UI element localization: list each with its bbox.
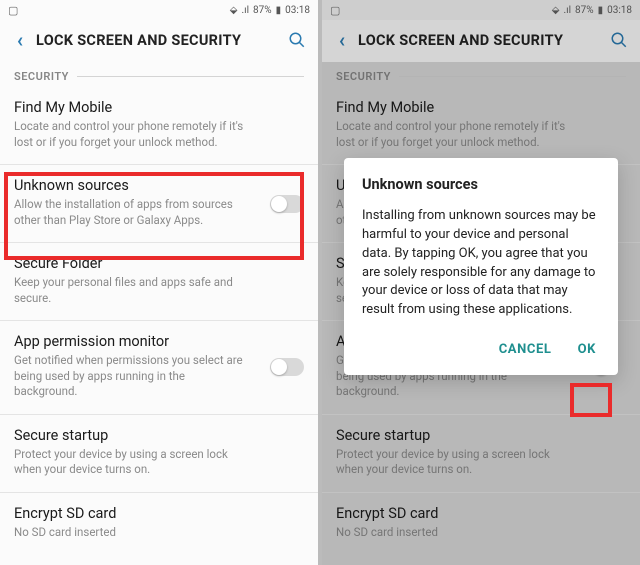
- item-encrypt-sd[interactable]: Encrypt SD card No SD card inserted: [322, 493, 640, 555]
- back-button[interactable]: ‹: [332, 28, 352, 52]
- ok-button[interactable]: OK: [576, 338, 598, 361]
- page-title: LOCK SCREEN AND SECURITY: [358, 32, 602, 49]
- clock: 03:18: [285, 5, 310, 16]
- dialog-title: Unknown sources: [362, 176, 600, 193]
- section-header: SECURITY: [0, 62, 318, 87]
- title-bar: ‹ LOCK SCREEN AND SECURITY: [0, 20, 318, 62]
- back-button[interactable]: ‹: [10, 28, 30, 52]
- item-find-my-mobile[interactable]: Find My Mobile Locate and control your p…: [322, 87, 640, 165]
- item-desc: Get notified when permissions you select…: [14, 353, 304, 400]
- battery-pct: 87%: [575, 5, 594, 16]
- battery-saver-icon: ⬙: [552, 5, 560, 16]
- battery-icon: ▮: [598, 5, 604, 16]
- search-button[interactable]: [286, 29, 308, 51]
- cancel-button[interactable]: CANCEL: [497, 338, 554, 361]
- page-title: LOCK SCREEN AND SECURITY: [36, 32, 280, 49]
- item-label: App permission monitor: [14, 333, 304, 350]
- picture-icon: ▢: [8, 4, 226, 17]
- search-icon: [610, 31, 628, 49]
- item-desc: Allow the installation of apps from sour…: [14, 197, 304, 228]
- status-bar: ▢ ⬙ .ıl 87% ▮ 03:18: [0, 0, 318, 20]
- divider: [399, 76, 626, 77]
- divider: [77, 76, 304, 77]
- item-desc: Protect your device by using a screen lo…: [14, 447, 304, 478]
- section-label: SECURITY: [336, 70, 391, 83]
- item-label: Encrypt SD card: [336, 505, 626, 522]
- toggle-unknown-sources[interactable]: [270, 195, 304, 213]
- item-label: Secure startup: [14, 427, 304, 444]
- clock: 03:18: [607, 5, 632, 16]
- item-desc: Keep your personal files and apps safe a…: [14, 275, 304, 306]
- item-label: Secure startup: [336, 427, 626, 444]
- section-header: SECURITY: [322, 62, 640, 87]
- item-desc: Locate and control your phone remotely i…: [14, 119, 304, 150]
- signal-icon: .ıl: [563, 5, 571, 16]
- item-desc: Locate and control your phone remotely i…: [336, 119, 626, 150]
- battery-saver-icon: ⬙: [230, 5, 238, 16]
- search-button[interactable]: [608, 29, 630, 51]
- screen-left: ▢ ⬙ .ıl 87% ▮ 03:18 ‹ LOCK SCREEN AND SE…: [0, 0, 318, 565]
- toggle-app-permission-monitor[interactable]: [270, 358, 304, 376]
- battery-pct: 87%: [253, 5, 272, 16]
- screen-right: ▢ ⬙ .ıl 87% ▮ 03:18 ‹ LOCK SCREEN AND SE…: [322, 0, 640, 565]
- item-label: Encrypt SD card: [14, 505, 304, 522]
- dialog-unknown-sources: Unknown sources Installing from unknown …: [344, 158, 618, 375]
- item-desc: Protect your device by using a screen lo…: [336, 447, 626, 478]
- item-app-permission-monitor[interactable]: App permission monitor Get notified when…: [0, 321, 318, 415]
- section-label: SECURITY: [14, 70, 69, 83]
- dialog-actions: CANCEL OK: [362, 334, 600, 365]
- status-bar: ▢ ⬙ .ıl 87% ▮ 03:18: [322, 0, 640, 20]
- item-secure-startup[interactable]: Secure startup Protect your device by us…: [0, 415, 318, 493]
- picture-icon: ▢: [330, 4, 548, 17]
- search-icon: [288, 31, 306, 49]
- item-desc: No SD card inserted: [336, 525, 626, 541]
- item-label: Unknown sources: [14, 177, 304, 194]
- signal-icon: .ıl: [241, 5, 249, 16]
- item-secure-folder[interactable]: Secure Folder Keep your personal files a…: [0, 243, 318, 321]
- dialog-body: Installing from unknown sources may be h…: [362, 207, 600, 320]
- item-secure-startup[interactable]: Secure startup Protect your device by us…: [322, 415, 640, 493]
- item-unknown-sources[interactable]: Unknown sources Allow the installation o…: [0, 165, 318, 243]
- item-find-my-mobile[interactable]: Find My Mobile Locate and control your p…: [0, 87, 318, 165]
- battery-icon: ▮: [276, 5, 282, 16]
- title-bar: ‹ LOCK SCREEN AND SECURITY: [322, 20, 640, 62]
- item-label: Secure Folder: [14, 255, 304, 272]
- item-encrypt-sd[interactable]: Encrypt SD card No SD card inserted: [0, 493, 318, 555]
- item-label: Find My Mobile: [336, 99, 626, 116]
- item-desc: No SD card inserted: [14, 525, 304, 541]
- item-label: Find My Mobile: [14, 99, 304, 116]
